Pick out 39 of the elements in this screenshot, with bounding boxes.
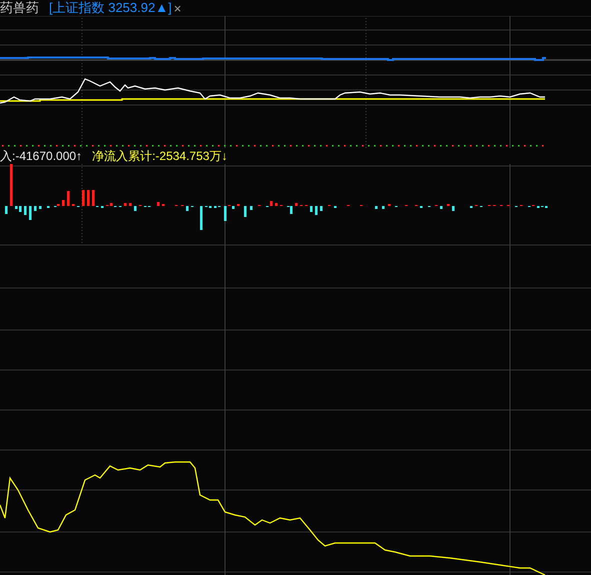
inflow-bar — [92, 190, 94, 206]
inflow-bar — [87, 190, 90, 206]
outflow-bar — [5, 206, 8, 214]
inflow-bar — [62, 200, 64, 206]
outflow-bar — [39, 206, 42, 209]
inflow-bar — [82, 190, 84, 206]
outflow-bar — [375, 206, 378, 209]
inflow-bar — [110, 203, 112, 206]
inflow-bar — [295, 203, 298, 206]
outflow-bar — [19, 206, 22, 212]
outflow-bar — [452, 206, 454, 211]
close-button[interactable]: × — [174, 0, 182, 16]
inflow-bar — [124, 203, 126, 206]
cumulative-inflow-value: 净流入累计:-2534.753万↓ — [92, 148, 228, 164]
inflow-bar — [275, 203, 278, 206]
outflow-bar — [34, 206, 36, 211]
inflow-bar — [270, 201, 272, 206]
outflow-bar — [15, 206, 18, 209]
net-inflow-value: 入:-41670.000↑ — [0, 148, 82, 164]
outflow-bar — [382, 206, 384, 209]
inflow-bar — [157, 202, 160, 206]
outflow-bar — [315, 206, 318, 215]
outflow-bar — [24, 206, 26, 215]
outflow-bar — [29, 206, 32, 220]
outflow-bar — [224, 206, 226, 221]
outflow-bar — [440, 206, 442, 209]
outflow-bar — [320, 206, 322, 211]
outflow-bar — [250, 206, 252, 210]
stock-name: 药兽药 — [0, 0, 39, 17]
outflow-bar — [200, 206, 202, 230]
outflow-bar — [232, 206, 234, 209]
outflow-bar — [310, 206, 312, 212]
outflow-bar — [134, 206, 136, 211]
index-quote[interactable]: [上证指数 3253.92▲] — [49, 0, 172, 17]
inflow-bar — [129, 203, 132, 206]
outflow-bar — [244, 206, 246, 217]
outflow-bar — [186, 206, 188, 211]
inflow-bar — [10, 164, 12, 206]
inflow-bar — [67, 191, 70, 206]
